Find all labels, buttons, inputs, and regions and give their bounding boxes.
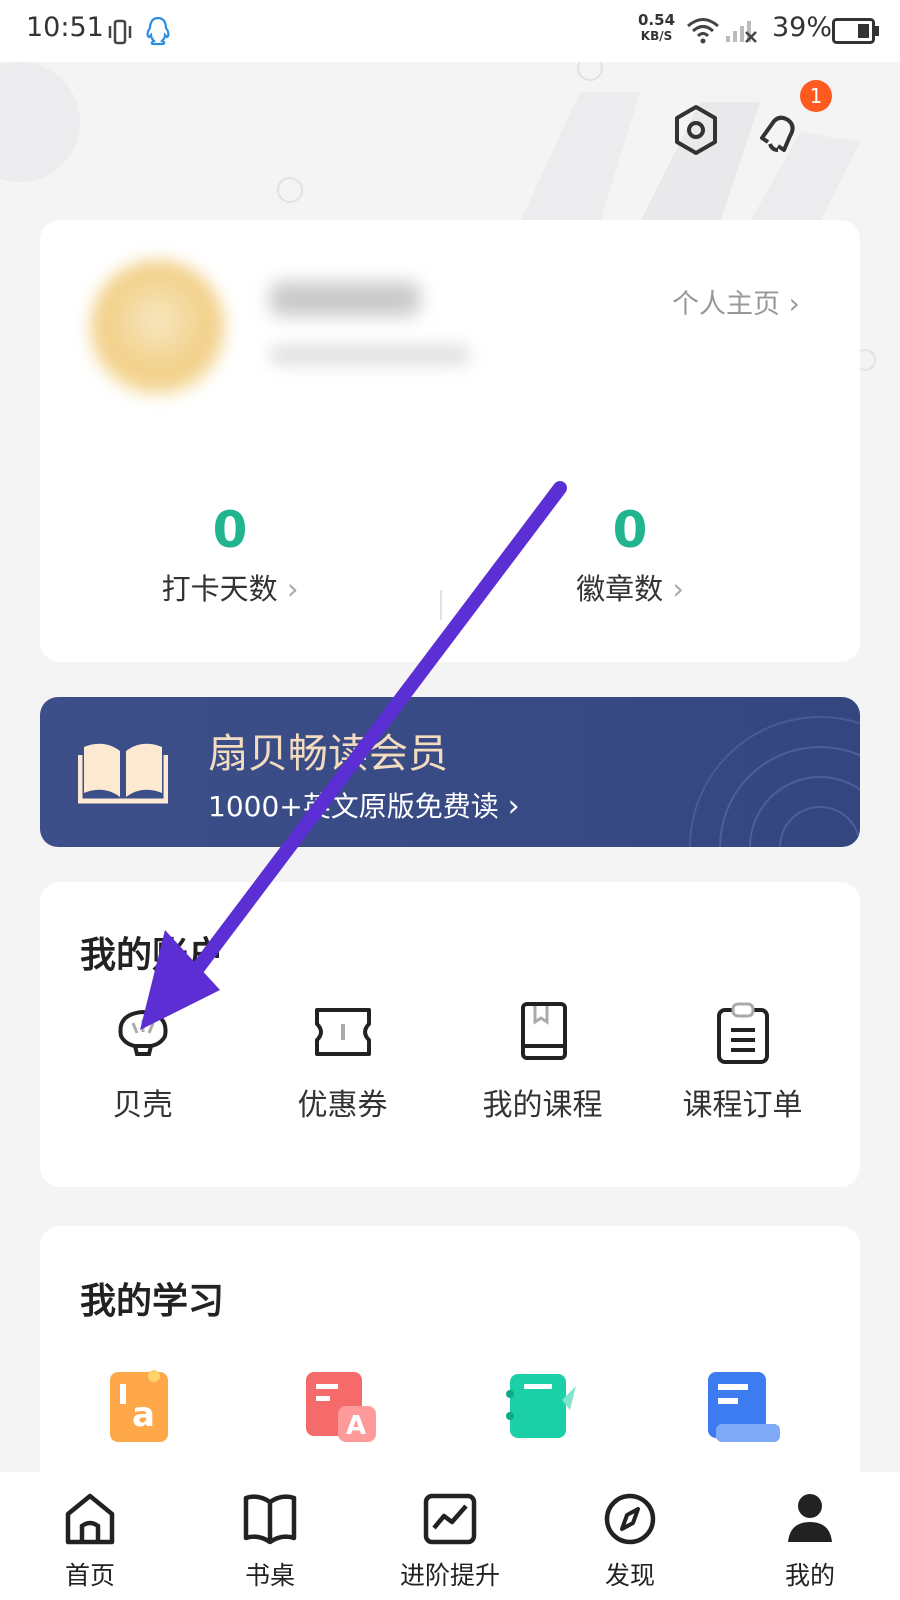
document-icon[interactable] xyxy=(706,1370,782,1446)
bottom-navigation: 首页 书桌 进阶提升 发现 我的 xyxy=(0,1472,900,1600)
word-card-icon[interactable]: A xyxy=(304,1370,380,1446)
status-time: 10:51 xyxy=(26,12,104,43)
status-bar: 10:51 0.54 KB/S 39% xyxy=(0,0,900,62)
profile-card: 个人主页 › 0 打卡天数 › 0 徽章数 › xyxy=(40,220,860,662)
profile-icon xyxy=(788,1494,832,1542)
vip-membership-banner[interactable]: 扇贝畅读会员 1000+英文原版免费读 › xyxy=(40,697,860,847)
coupon-item[interactable]: 优惠券 xyxy=(240,1002,445,1124)
svg-text:a: a xyxy=(132,1395,155,1435)
vibrate-icon xyxy=(108,19,132,45)
chevron-right-icon: › xyxy=(286,572,299,606)
chevron-right-icon: › xyxy=(507,789,520,824)
vip-subtitle: 1000+英文原版免费读 xyxy=(208,790,499,823)
battery-percent: 39% xyxy=(772,12,833,43)
nav-mine[interactable]: 我的 xyxy=(720,1472,900,1592)
badge-count-stat[interactable]: 0 徽章数 › xyxy=(560,502,700,608)
nav-home[interactable]: 首页 xyxy=(0,1472,180,1592)
my-account-card: 我的账户 贝壳 优惠券 我的课程 课程订单 xyxy=(40,882,860,1187)
qq-icon xyxy=(146,16,170,46)
settings-icon[interactable] xyxy=(672,104,720,156)
chart-icon xyxy=(423,1493,477,1545)
my-courses-item[interactable]: 我的课程 xyxy=(440,1002,645,1124)
section-title: 我的学习 xyxy=(80,1281,225,1322)
vocabulary-icon[interactable]: a xyxy=(108,1370,172,1446)
notification-bell-icon[interactable] xyxy=(754,104,806,156)
chevron-right-icon: › xyxy=(672,572,684,606)
nav-advance[interactable]: 进阶提升 xyxy=(360,1472,540,1592)
section-title: 我的账户 xyxy=(80,935,225,976)
checkin-days-value: 0 xyxy=(212,501,248,559)
avatar[interactable] xyxy=(90,260,225,395)
shell-item[interactable]: 贝壳 xyxy=(40,1002,245,1124)
course-orders-label: 课程订单 xyxy=(682,1088,803,1123)
stat-divider xyxy=(440,590,442,620)
notebook-icon[interactable] xyxy=(504,1370,580,1446)
nav-discover-label: 发现 xyxy=(604,1561,655,1590)
chevron-right-icon: › xyxy=(788,287,800,320)
checkin-days-label: 打卡天数 xyxy=(161,572,278,606)
nav-discover[interactable]: 发现 xyxy=(540,1472,720,1592)
order-clipboard-icon xyxy=(716,1002,769,1064)
user-info-blurred xyxy=(270,345,470,365)
svg-text:A: A xyxy=(346,1411,366,1441)
nav-advance-label: 进阶提升 xyxy=(399,1561,500,1590)
my-courses-label: 我的课程 xyxy=(482,1088,603,1123)
coupon-icon xyxy=(314,1008,371,1056)
nav-mine-label: 我的 xyxy=(784,1561,835,1590)
network-speed: 0.54 KB/S xyxy=(638,11,676,43)
decorative-rings xyxy=(689,716,860,847)
signal-icon xyxy=(726,21,757,43)
nav-desk-label: 书桌 xyxy=(244,1561,295,1590)
vip-title: 扇贝畅读会员 xyxy=(208,731,448,777)
book-icon xyxy=(243,1494,297,1545)
battery-icon xyxy=(832,18,879,44)
shell-label: 贝壳 xyxy=(112,1088,173,1123)
notification-badge: 1 xyxy=(800,80,832,112)
open-book-icon xyxy=(78,743,168,804)
home-icon xyxy=(65,1493,115,1545)
course-book-icon xyxy=(520,1002,567,1060)
course-orders-item[interactable]: 课程订单 xyxy=(640,1002,845,1124)
homepage-link[interactable]: 个人主页 › xyxy=(672,282,800,321)
badge-count-value: 0 xyxy=(612,501,648,559)
coupon-label: 优惠券 xyxy=(297,1088,388,1123)
shell-icon xyxy=(117,1009,168,1056)
checkin-days-stat[interactable]: 0 打卡天数 › xyxy=(140,502,320,608)
badge-count-label: 徽章数 xyxy=(576,572,664,606)
wifi-icon xyxy=(687,18,719,44)
username-blurred xyxy=(270,282,420,316)
nav-desk[interactable]: 书桌 xyxy=(180,1472,360,1592)
compass-icon xyxy=(604,1493,656,1545)
homepage-link-label: 个人主页 xyxy=(672,289,780,320)
nav-home-label: 首页 xyxy=(64,1561,115,1590)
